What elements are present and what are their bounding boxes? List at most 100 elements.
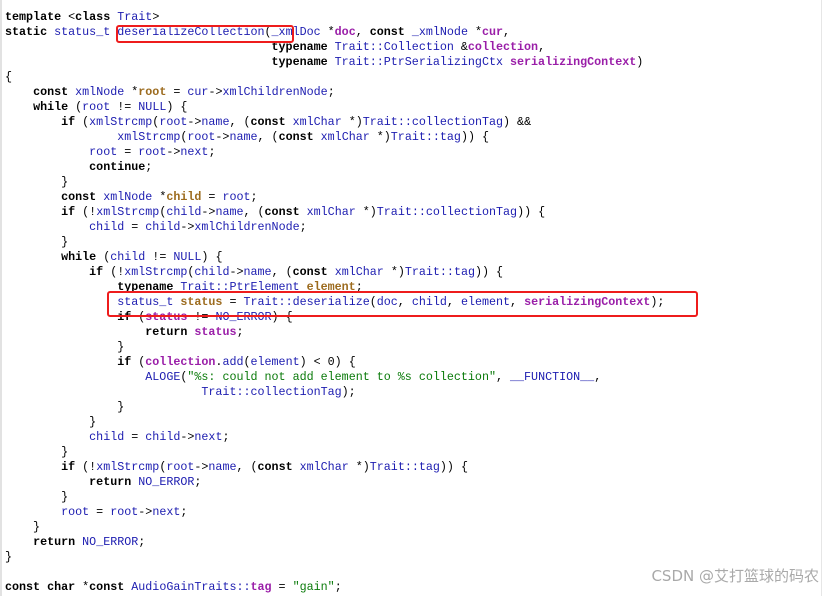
- code-token: doc: [334, 25, 356, 39]
- code-line: while (root != NULL) {: [5, 100, 664, 115]
- code-token: }: [5, 235, 69, 249]
- code-token: ;: [236, 325, 244, 339]
- code-token: const char: [5, 580, 83, 594]
- code-token: serializingContext: [510, 55, 637, 69]
- code-token: }: [5, 340, 125, 354]
- code-token: ;: [194, 475, 202, 489]
- code-token: "%s: could not add element to %s collect…: [187, 370, 496, 384]
- code-token: ALOGE: [145, 370, 181, 384]
- code-token: (!: [110, 265, 125, 279]
- code-token: if: [117, 355, 139, 369]
- code-token: NULL: [173, 250, 202, 264]
- code-line: }: [5, 340, 664, 355]
- code-token: AudioGainTraits::: [131, 580, 251, 594]
- code-token: const: [89, 580, 132, 594]
- code-line: typename Trait::Collection &collection,: [5, 40, 664, 55]
- code-token: );: [341, 385, 356, 399]
- code-line: if (collection.add(element) < 0) {: [5, 355, 664, 370]
- code-token: typename: [271, 55, 335, 69]
- code-token: ->: [138, 505, 153, 519]
- code-token: &: [460, 40, 468, 54]
- code-token: if: [61, 115, 83, 129]
- code-token: Trait::collectionTag: [201, 385, 342, 399]
- code-token: element: [250, 355, 300, 369]
- code-token: *): [355, 460, 370, 474]
- code-line: const xmlNode *root = cur->xmlChildrenNo…: [5, 85, 664, 100]
- code-line: child = child->next;: [5, 430, 664, 445]
- code-token: {: [5, 70, 13, 84]
- code-token: Trait::collectionTag: [376, 205, 518, 219]
- code-token: NO_ERROR: [138, 475, 195, 489]
- code-token: }: [5, 175, 69, 189]
- code-line: if (!xmlStrcmp(root->name, (const xmlCha…: [5, 460, 664, 475]
- code-token: root: [138, 85, 167, 99]
- code-token: ->: [180, 430, 195, 444]
- code-token: root: [159, 115, 188, 129]
- code-token: =: [271, 580, 293, 594]
- code-token: status_t: [54, 25, 118, 39]
- code-token: xmlStrcmp: [89, 115, 153, 129]
- code-line: while (child != NULL) {: [5, 250, 664, 265]
- code-token: ,: [495, 370, 511, 384]
- code-token: xmlChar: [299, 460, 356, 474]
- code-token: (!: [82, 460, 97, 474]
- code-token: const: [61, 190, 104, 204]
- code-token: Trait::tag: [390, 130, 461, 144]
- code-token: const: [369, 25, 412, 39]
- code-token: (!: [82, 205, 97, 219]
- code-token: ;: [222, 430, 230, 444]
- code-token: )) {: [474, 265, 504, 279]
- code-token: name: [208, 460, 237, 474]
- code-token: const: [264, 205, 307, 219]
- code-token: xmlChildrenNode: [222, 85, 328, 99]
- code-token: =: [166, 85, 188, 99]
- code-token: Trait::PtrSerializingCtx: [334, 55, 510, 69]
- code-line: if (!xmlStrcmp(child->name, (const xmlCh…: [5, 205, 664, 220]
- code-token: name: [229, 130, 258, 144]
- code-token: root: [61, 505, 90, 519]
- code-token: =: [124, 220, 146, 234]
- code-token: }: [5, 415, 97, 429]
- code-token: collection: [145, 355, 216, 369]
- code-token: *): [362, 205, 377, 219]
- code-token: ,: [355, 25, 370, 39]
- code-token: __FUNCTION__: [510, 370, 595, 384]
- code-token: xmlNode: [75, 85, 132, 99]
- code-token: class: [75, 10, 118, 24]
- code-line: Trait::collectionTag);: [5, 385, 664, 400]
- code-token: return: [89, 475, 139, 489]
- code-token: root: [138, 145, 167, 159]
- code-token: ) &&: [503, 115, 532, 129]
- code-token: child: [145, 430, 181, 444]
- code-token: if: [61, 460, 83, 474]
- code-line: if (!xmlStrcmp(child->name, (const xmlCh…: [5, 265, 664, 280]
- code-token: ;: [145, 160, 153, 174]
- code-token: NULL: [138, 100, 167, 114]
- code-token: !=: [110, 100, 139, 114]
- code-token: status: [194, 325, 237, 339]
- code-token: if: [61, 205, 83, 219]
- code-token: ;: [250, 190, 258, 204]
- code-token: *: [474, 25, 482, 39]
- code-token: ->: [194, 460, 209, 474]
- code-token: return: [33, 535, 83, 549]
- code-token: ->: [215, 130, 230, 144]
- code-line: root = root->next;: [5, 505, 664, 520]
- code-token: *: [327, 25, 335, 39]
- code-token: ;: [299, 220, 307, 234]
- code-token: cur: [481, 25, 504, 39]
- code-line: }: [5, 415, 664, 430]
- code-line: ALOGE("%s: could not add element to %s c…: [5, 370, 664, 385]
- code-token: cur: [187, 85, 209, 99]
- code-token: root: [110, 505, 139, 519]
